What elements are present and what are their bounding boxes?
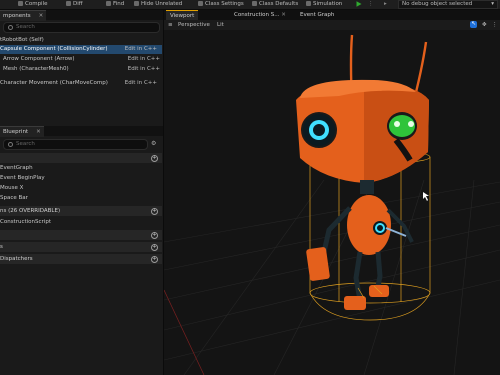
mouse-cursor-icon (423, 192, 429, 201)
debug-filter-dropdown[interactable]: No debug object selected ▾ (398, 0, 498, 9)
x-axis-line (164, 289, 205, 375)
lit-button[interactable]: Lit (217, 20, 224, 30)
floor-grid (164, 179, 500, 375)
add-icon[interactable]: + (151, 244, 158, 251)
find-button[interactable]: Find (106, 0, 124, 9)
component-row-capsule[interactable]: Capsule Component (CollisionCylinder) Edi… (0, 45, 162, 54)
step-button[interactable]: ▸ (384, 0, 387, 9)
viewport-tab-bar: Viewport Construction S... ✕ Event Graph (164, 10, 500, 21)
edit-in-cpp-link[interactable]: Edit in C++ (128, 55, 160, 64)
search-icon (8, 142, 13, 147)
section-dispatchers[interactable]: Dispatchers + (0, 254, 162, 264)
robot-chest-core (377, 225, 383, 231)
diff-button[interactable]: Diff (66, 0, 83, 9)
edit-in-cpp-link[interactable]: Edit in C++ (125, 45, 157, 54)
robot-eye-left-pupil (313, 124, 325, 136)
gear-icon[interactable]: ⚙ (151, 140, 158, 147)
component-row-movement[interactable]: Character Movement (CharMoveComp) Edit in… (0, 79, 162, 88)
left-panel: mponents ✕ Search tRobotBot (Self) Capsul… (0, 10, 164, 375)
myblueprint-tab-row: Blueprint ✕ (0, 126, 163, 137)
add-icon[interactable]: + (151, 232, 158, 239)
section-graphs[interactable]: + (0, 153, 162, 163)
hide-unrelated-button[interactable]: Hide Unrelated (134, 0, 182, 9)
viewport-panel[interactable]: Viewport Construction S... ✕ Event Graph… (164, 10, 500, 375)
viewport-toolbar: ≡ Perspective Lit ↖ ✥ ⋮ (164, 20, 500, 30)
tab-my-blueprint[interactable]: Blueprint ✕ (0, 126, 44, 137)
tab-construction-script[interactable]: Construction S... ✕ (230, 10, 290, 20)
search-icon (8, 25, 13, 30)
compile-icon (18, 1, 23, 6)
play-options-button[interactable]: ⋮ (368, 0, 374, 9)
close-icon[interactable]: ✕ (39, 13, 44, 19)
main-toolbar: Compile Diff Find Hide Unrelated Class S… (0, 0, 500, 10)
perspective-button[interactable]: Perspective (178, 20, 210, 30)
edit-in-cpp-link[interactable]: Edit in C++ (128, 65, 160, 74)
class-settings-button[interactable]: Class Settings (198, 0, 244, 9)
graph-item[interactable]: Mouse X (0, 184, 162, 193)
tab-components[interactable]: mponents ✕ (0, 10, 47, 21)
component-root[interactable]: tRobotBot (Self) (0, 36, 162, 45)
add-icon[interactable]: + (151, 155, 158, 162)
robot-neck (360, 180, 374, 194)
edit-in-cpp-link[interactable]: Edit in C++ (125, 79, 157, 88)
defaults-icon (252, 1, 257, 6)
robot-arm-right (386, 208, 414, 243)
chevron-down-icon: ▾ (491, 1, 494, 7)
play-icon[interactable] (356, 1, 362, 7)
simulation-button[interactable]: Simulation (306, 0, 342, 9)
close-icon[interactable]: ✕ (281, 12, 286, 18)
robot-foot-left (344, 296, 366, 310)
tab-event-graph[interactable]: Event Graph (296, 10, 338, 20)
viewport-options-icon[interactable]: ⋮ (492, 20, 498, 30)
scene-view[interactable] (164, 30, 500, 375)
add-icon[interactable]: + (151, 208, 158, 215)
component-row-mesh[interactable]: Mesh (CharacterMesh0) Edit in C++ (0, 65, 165, 74)
robot-eye-right-dot (394, 121, 400, 127)
robot-eye-right-dot (408, 121, 414, 127)
find-icon (106, 1, 111, 6)
close-icon[interactable]: ✕ (36, 129, 41, 135)
robot-leg-left (353, 251, 363, 301)
blueprint-search-input[interactable]: Search (3, 139, 148, 150)
section-variables[interactable]: s + (0, 242, 162, 252)
viewport-menu-icon[interactable]: ≡ (168, 20, 173, 30)
section-macros[interactable]: + (0, 230, 162, 240)
graph-item[interactable]: Space Bar (0, 194, 162, 203)
section-functions[interactable]: ns (26 OVERRIDABLE) + (0, 206, 162, 216)
components-tab-row: mponents ✕ (0, 10, 163, 21)
transform-icon[interactable]: ✥ (482, 20, 487, 30)
settings-icon (198, 1, 203, 6)
select-mode-icon[interactable]: ↖ (470, 21, 477, 28)
hide-unrelated-icon (134, 1, 139, 6)
graph-item[interactable]: Event BeginPlay (0, 174, 162, 183)
compile-button[interactable]: Compile (18, 0, 48, 9)
simulation-icon (306, 1, 311, 6)
graph-item[interactable]: EventGraph (0, 164, 162, 173)
function-item[interactable]: ConstructionScript (0, 218, 162, 227)
diff-icon (66, 1, 71, 6)
component-row-arrow[interactable]: Arrow Component (Arrow) Edit in C++ (0, 55, 165, 64)
add-icon[interactable]: + (151, 256, 158, 263)
robot-arm-left (321, 206, 352, 253)
components-search-input[interactable]: Search (3, 22, 160, 33)
class-defaults-button[interactable]: Class Defaults (252, 0, 298, 9)
